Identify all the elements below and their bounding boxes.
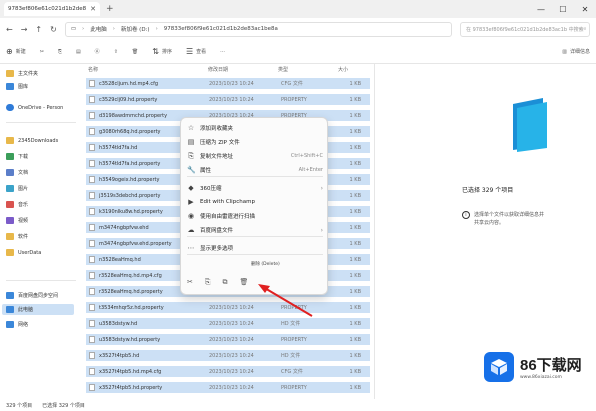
info-icon: i [462, 211, 470, 219]
selection-hint-text: 共享云内容。 [474, 220, 505, 226]
brand-logo-icon [484, 352, 514, 382]
item-count: 329 个项目 [6, 402, 33, 409]
details-pane: 已选择 329 个项目 i 选择单个文件以获取详细信息并 共享云内容。 [374, 64, 596, 399]
selected-count: 已选择 329 个项目 [42, 402, 85, 409]
selection-hint-text: 选择单个文件以获取详细信息并 [474, 212, 545, 218]
selection-hint: i 选择单个文件以获取详细信息并 共享云内容。 [462, 211, 550, 227]
selection-title: 已选择 329 个项目 [462, 187, 514, 194]
watermark-url: www.86xiazai.com [520, 375, 562, 380]
files-stack-icon [513, 98, 547, 152]
status-bar: 329 个项目 已选择 329 个项目 [0, 399, 596, 411]
site-watermark: 86下载网 www.86xiazai.com [484, 352, 582, 382]
watermark-brand: 86下载网 [520, 357, 582, 374]
